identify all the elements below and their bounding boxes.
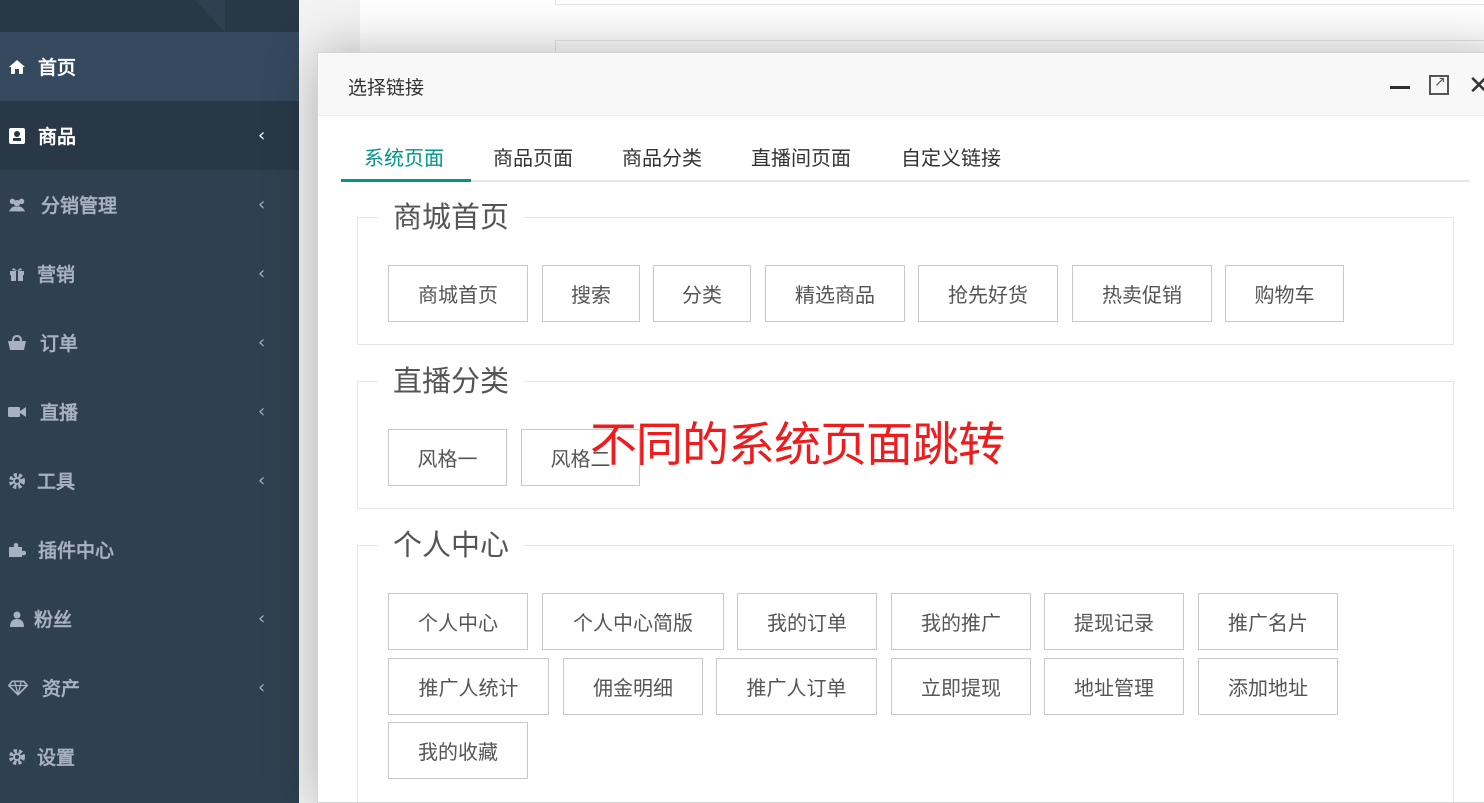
link-button[interactable]: 个人中心简版 <box>542 593 724 650</box>
link-button[interactable]: 我的推广 <box>891 593 1031 650</box>
sidebar-item-label: 直播 <box>40 402 79 424</box>
sidebar-item-label: 营销 <box>37 264 76 286</box>
link-button[interactable]: 风格一 <box>388 429 507 486</box>
background-field <box>555 0 1484 5</box>
sidebar-item-label: 首页 <box>38 57 77 79</box>
link-button[interactable]: 热卖促销 <box>1072 265 1212 322</box>
link-button[interactable]: 商城首页 <box>388 265 528 322</box>
chevron-left-icon: ‹ <box>258 677 266 698</box>
link-button[interactable]: 佣金明细 <box>563 658 703 715</box>
sidebar-header <box>0 0 299 32</box>
link-button[interactable]: 我的订单 <box>737 593 877 650</box>
gift-icon <box>7 264 27 284</box>
sidebar-item-product[interactable]: 商品 ‹ <box>0 101 299 170</box>
sidebar: 首页 商品 ‹ 分销管理 ‹ 营销 ‹ 订单 ‹ 直播 ‹ 工具 ‹ 插件中心 … <box>0 0 299 803</box>
sidebar-item-marketing[interactable]: 营销 ‹ <box>0 239 299 308</box>
sidebar-item-settings[interactable]: 设置 <box>0 722 299 791</box>
group-title: 商城首页 <box>393 200 510 234</box>
modal-title: 选择链接 <box>348 77 425 99</box>
sidebar-item-label: 分销管理 <box>41 195 118 217</box>
product-icon <box>7 126 27 146</box>
chevron-left-icon: ‹ <box>258 401 266 422</box>
sidebar-item-label: 工具 <box>37 471 76 493</box>
link-button[interactable]: 分类 <box>653 265 751 322</box>
link-button[interactable]: 添加地址 <box>1198 658 1338 715</box>
link-button[interactable]: 立即提现 <box>891 658 1031 715</box>
chevron-left-icon: ‹ <box>258 125 266 146</box>
active-tab-indicator <box>341 179 471 182</box>
link-button[interactable]: 购物车 <box>1225 265 1344 322</box>
diamond-icon <box>8 678 28 698</box>
sidebar-item-label: 资产 <box>42 678 81 700</box>
sidebar-item-fans[interactable]: 粉丝 ‹ <box>0 584 299 653</box>
link-button[interactable]: 提现记录 <box>1044 593 1184 650</box>
chevron-left-icon: ‹ <box>258 194 266 215</box>
chevron-left-icon: ‹ <box>258 332 266 353</box>
sidebar-item-distribution[interactable]: 分销管理 ‹ <box>0 170 299 239</box>
sidebar-item-label: 订单 <box>40 333 79 355</box>
video-icon <box>7 402 27 422</box>
sidebar-item-assets[interactable]: 资产 ‹ <box>0 653 299 722</box>
sidebar-item-label: 粉丝 <box>34 609 73 631</box>
sidebar-item-home[interactable]: 首页 <box>0 32 299 101</box>
chevron-left-icon: ‹ <box>258 470 266 491</box>
gear-icon <box>7 471 27 491</box>
close-icon[interactable]: ✕ <box>1468 73 1484 99</box>
maximize-icon[interactable] <box>1429 74 1449 95</box>
link-type-tabs: 系统页面 商品页面 商品分类 直播间页面 自定义链接 <box>341 116 1469 182</box>
sidebar-item-order[interactable]: 订单 ‹ <box>0 308 299 377</box>
minimize-icon[interactable] <box>1390 75 1412 97</box>
user-icon <box>7 609 27 629</box>
home-icon <box>7 57 27 77</box>
link-button[interactable]: 推广人订单 <box>716 658 877 715</box>
tab-custom-link[interactable]: 自定义链接 <box>901 142 1001 171</box>
puzzle-icon <box>7 540 27 560</box>
link-button[interactable]: 个人中心 <box>388 593 528 650</box>
group-title: 直播分类 <box>393 364 510 398</box>
chevron-left-icon: ‹ <box>258 608 266 629</box>
gear-icon <box>7 747 27 767</box>
link-button[interactable]: 抢先好货 <box>918 265 1058 322</box>
annotation-text: 不同的系统页面跳转 <box>590 418 1005 473</box>
sidebar-item-tools[interactable]: 工具 ‹ <box>0 446 299 515</box>
link-button[interactable]: 精选商品 <box>765 265 905 322</box>
sidebar-item-live[interactable]: 直播 ‹ <box>0 377 299 446</box>
tab-product-categories[interactable]: 商品分类 <box>622 142 702 171</box>
modal-header: 选择链接 ✕ <box>318 53 1484 116</box>
chevron-left-icon: ‹ <box>258 263 266 284</box>
sidebar-item-label: 设置 <box>37 747 76 769</box>
sidebar-item-label: 商品 <box>38 126 77 148</box>
link-button[interactable]: 推广人统计 <box>388 658 549 715</box>
link-button[interactable]: 我的收藏 <box>388 722 528 779</box>
sidebar-item-plugins[interactable]: 插件中心 <box>0 515 299 584</box>
tab-live-room-pages[interactable]: 直播间页面 <box>751 142 851 171</box>
tab-product-pages[interactable]: 商品页面 <box>493 142 573 171</box>
users-icon <box>7 195 27 215</box>
link-button[interactable]: 地址管理 <box>1044 658 1184 715</box>
group-title: 个人中心 <box>393 528 510 562</box>
sidebar-item-label: 插件中心 <box>38 540 115 562</box>
tab-system-pages[interactable]: 系统页面 <box>364 142 444 171</box>
link-button[interactable]: 推广名片 <box>1198 593 1338 650</box>
link-button[interactable]: 搜索 <box>542 265 640 322</box>
bag-icon <box>7 333 27 353</box>
